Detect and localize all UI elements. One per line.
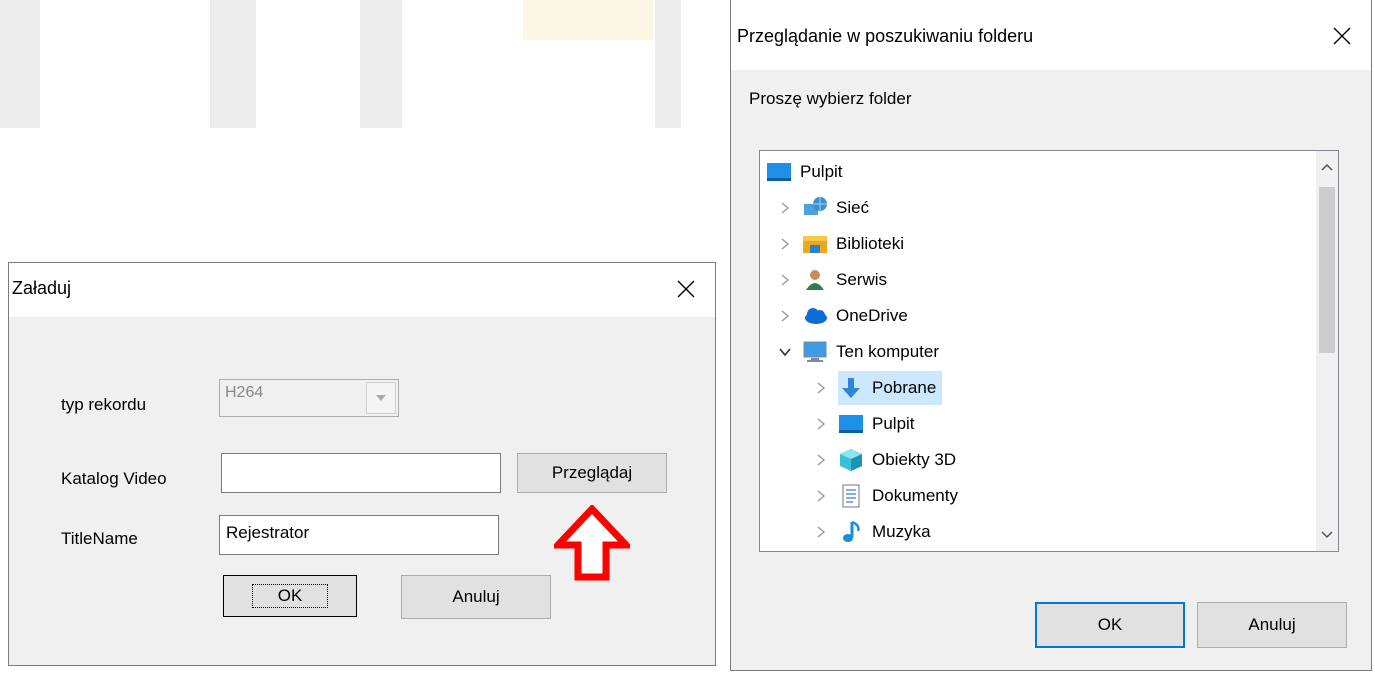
tree-item-3d-objects[interactable]: Obiekty 3D	[814, 443, 956, 477]
desktop-icon	[767, 163, 791, 181]
title-name-input[interactable]: Rejestrator	[219, 515, 499, 555]
tree-item-desktop[interactable]: Pulpit	[814, 407, 915, 441]
scroll-thumb[interactable]	[1319, 187, 1335, 353]
tree-item-label: Obiekty 3D	[872, 450, 957, 469]
folder-tree[interactable]: Pulpit Sieć Biblioteki Serwis OneDrive T…	[759, 150, 1339, 552]
chevron-down-icon	[779, 348, 791, 357]
close-button[interactable]	[1319, 16, 1365, 56]
tree-item-label: Sieć	[836, 198, 870, 217]
close-button[interactable]	[663, 269, 709, 309]
tree-item-music[interactable]: Muzyka	[814, 515, 931, 549]
load-dialog-title: Załaduj	[12, 278, 72, 298]
watermark-shape	[655, 0, 681, 128]
watermark-shape	[523, 0, 653, 40]
tree-item-downloads[interactable]: Pobrane	[814, 371, 943, 405]
tree-item-label: Pulpit	[800, 162, 843, 181]
chevron-down-icon[interactable]	[366, 382, 396, 414]
video-dir-input[interactable]	[221, 453, 501, 493]
tree-item-label: OneDrive	[836, 306, 908, 325]
cancel-button[interactable]: Anuluj	[401, 575, 551, 619]
ok-button-label: OK	[251, 584, 329, 608]
scroll-up-icon	[1321, 163, 1333, 171]
chevron-right-icon	[781, 310, 790, 322]
tree-item-onedrive[interactable]: OneDrive	[778, 299, 908, 333]
user-icon	[806, 270, 824, 290]
tree-item-label: Ten komputer	[836, 342, 939, 361]
video-dir-label: Katalog Video	[61, 469, 167, 488]
chevron-right-icon	[781, 238, 790, 250]
ok-button[interactable]: OK	[223, 575, 357, 617]
record-type-label: typ rekordu	[61, 395, 147, 414]
onedrive-icon	[805, 308, 827, 324]
tree-item-label: Pulpit	[872, 414, 915, 433]
tree-item-label: Dokumenty	[872, 486, 958, 505]
tree-item-pulpit[interactable]: Pulpit	[766, 155, 843, 189]
cancel-button-label: Anuluj	[1248, 615, 1296, 634]
tree-item-label: Serwis	[836, 270, 888, 289]
tree-item-libraries[interactable]: Biblioteki	[778, 227, 904, 261]
folder-ok-button[interactable]: OK	[1035, 602, 1185, 648]
folder-cancel-button[interactable]: Anuluj	[1197, 602, 1347, 648]
chevron-right-icon	[817, 418, 826, 430]
close-icon	[677, 280, 695, 298]
chevron-right-icon	[817, 490, 826, 502]
tree-scrollbar[interactable]	[1316, 151, 1338, 551]
libraries-icon	[803, 236, 827, 253]
scroll-down-icon	[1321, 531, 1333, 539]
cancel-button-label: Anuluj	[452, 587, 500, 606]
record-type-value: H264	[225, 384, 264, 401]
browse-button-label: Przeglądaj	[551, 463, 633, 482]
network-icon	[804, 197, 827, 215]
folder-browser-dialog: Przeglądanie w poszukiwaniu folderu Pros…	[730, 0, 1372, 671]
tree-item-label: Pobrane	[872, 378, 937, 397]
folder-prompt: Proszę wybierz folder	[749, 89, 912, 108]
chevron-right-icon	[781, 202, 790, 214]
chevron-right-icon	[817, 382, 826, 394]
load-dialog: Załaduj typ rekordu H264 Katalog Video P…	[8, 262, 716, 666]
record-type-combo[interactable]: H264	[219, 379, 399, 417]
desktop-icon	[839, 415, 863, 433]
browse-button[interactable]: Przeglądaj	[517, 453, 667, 493]
music-icon	[843, 520, 860, 542]
watermark-shape	[210, 0, 256, 128]
documents-icon	[842, 484, 860, 508]
chevron-right-icon	[817, 526, 826, 538]
computer-icon	[803, 341, 827, 362]
ok-button-label: OK	[1097, 615, 1123, 634]
chevron-right-icon	[817, 454, 826, 466]
tree-item-label: Biblioteki	[836, 234, 905, 253]
watermark-shape	[360, 0, 402, 128]
tree-item-documents[interactable]: Dokumenty	[814, 479, 958, 513]
close-icon	[1333, 27, 1351, 45]
watermark-shape	[0, 0, 40, 128]
tree-item-network[interactable]: Sieć	[778, 191, 869, 225]
folder-dialog-titlebar: Przeglądanie w poszukiwaniu folderu	[731, 0, 1371, 70]
tree-item-serwis[interactable]: Serwis	[778, 263, 887, 297]
chevron-right-icon	[781, 274, 790, 286]
tree-item-this-pc[interactable]: Ten komputer	[778, 335, 939, 369]
download-icon	[842, 378, 860, 398]
objects-3d-icon	[840, 449, 862, 471]
load-dialog-titlebar: Załaduj	[9, 263, 715, 317]
folder-dialog-title: Przeglądanie w poszukiwaniu folderu	[737, 26, 1034, 46]
highlight-arrow-icon	[554, 505, 630, 581]
selected-highlight: Pobrane	[838, 371, 943, 405]
title-name-label: TitleName	[61, 529, 138, 548]
tree-item-label: Muzyka	[872, 522, 931, 541]
